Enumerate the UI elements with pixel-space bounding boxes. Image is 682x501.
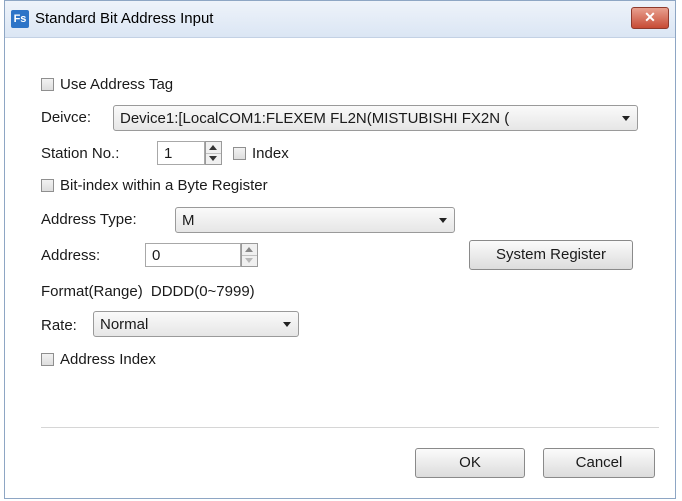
format-row: Format(Range) DDDD(0~7999)	[41, 283, 255, 300]
address-type-select[interactable]: M	[175, 207, 455, 233]
rate-value: Normal	[100, 316, 149, 333]
device-label: Deivce:	[41, 109, 92, 126]
chevron-down-icon	[439, 218, 447, 223]
device-select-value: Device1:[LocalCOM1:FLEXEM FL2N(MISTUBISH…	[120, 110, 510, 127]
use-address-tag-checkbox[interactable]	[41, 78, 54, 91]
address-field[interactable]: 0	[145, 243, 241, 267]
station-spinner[interactable]	[205, 141, 222, 165]
address-index-row[interactable]: Address Index	[41, 351, 156, 368]
address-input-dialog: Fs Standard Bit Address Input ✕ Use Addr…	[4, 0, 676, 499]
system-register-button[interactable]: System Register	[469, 240, 633, 270]
bit-index-label: Bit-index within a Byte Register	[60, 177, 268, 194]
app-icon: Fs	[11, 10, 29, 28]
station-field[interactable]: 1	[157, 141, 205, 165]
close-button[interactable]: ✕	[631, 7, 669, 29]
chevron-down-icon	[622, 116, 630, 121]
address-index-checkbox[interactable]	[41, 353, 54, 366]
chevron-down-icon	[283, 322, 291, 327]
ok-button[interactable]: OK	[415, 448, 525, 478]
station-label: Station No.:	[41, 145, 120, 162]
station-index-checkbox[interactable]	[233, 147, 246, 160]
address-type-label: Address Type:	[41, 211, 137, 228]
cancel-button[interactable]: Cancel	[543, 448, 655, 478]
address-spinner[interactable]	[241, 243, 258, 267]
station-value: 1	[164, 145, 173, 162]
spin-down-icon[interactable]	[206, 153, 221, 164]
format-value: DDDD(0~7999)	[150, 283, 255, 300]
device-select[interactable]: Device1:[LocalCOM1:FLEXEM FL2N(MISTUBISH…	[113, 105, 638, 131]
dialog-body: Use Address Tag Deivce: Device1:[LocalCO…	[5, 38, 675, 500]
separator	[41, 427, 659, 428]
address-value: 0	[152, 247, 161, 264]
bit-index-row[interactable]: Bit-index within a Byte Register	[41, 177, 268, 194]
dialog-title: Standard Bit Address Input	[35, 10, 214, 27]
station-index-label: Index	[252, 145, 289, 162]
use-address-tag-label: Use Address Tag	[60, 76, 174, 93]
address-label: Address:	[41, 247, 101, 264]
address-type-value: M	[182, 212, 195, 229]
station-index-row[interactable]: Index	[233, 145, 289, 162]
title-bar[interactable]: Fs Standard Bit Address Input ✕	[5, 1, 675, 38]
rate-label: Rate:	[41, 317, 77, 334]
use-address-tag-row[interactable]: Use Address Tag	[41, 76, 173, 93]
spin-down-icon[interactable]	[242, 255, 257, 266]
format-label: Format(Range)	[41, 283, 143, 300]
address-index-label: Address Index	[60, 351, 156, 368]
rate-select[interactable]: Normal	[93, 311, 299, 337]
bit-index-checkbox[interactable]	[41, 179, 54, 192]
